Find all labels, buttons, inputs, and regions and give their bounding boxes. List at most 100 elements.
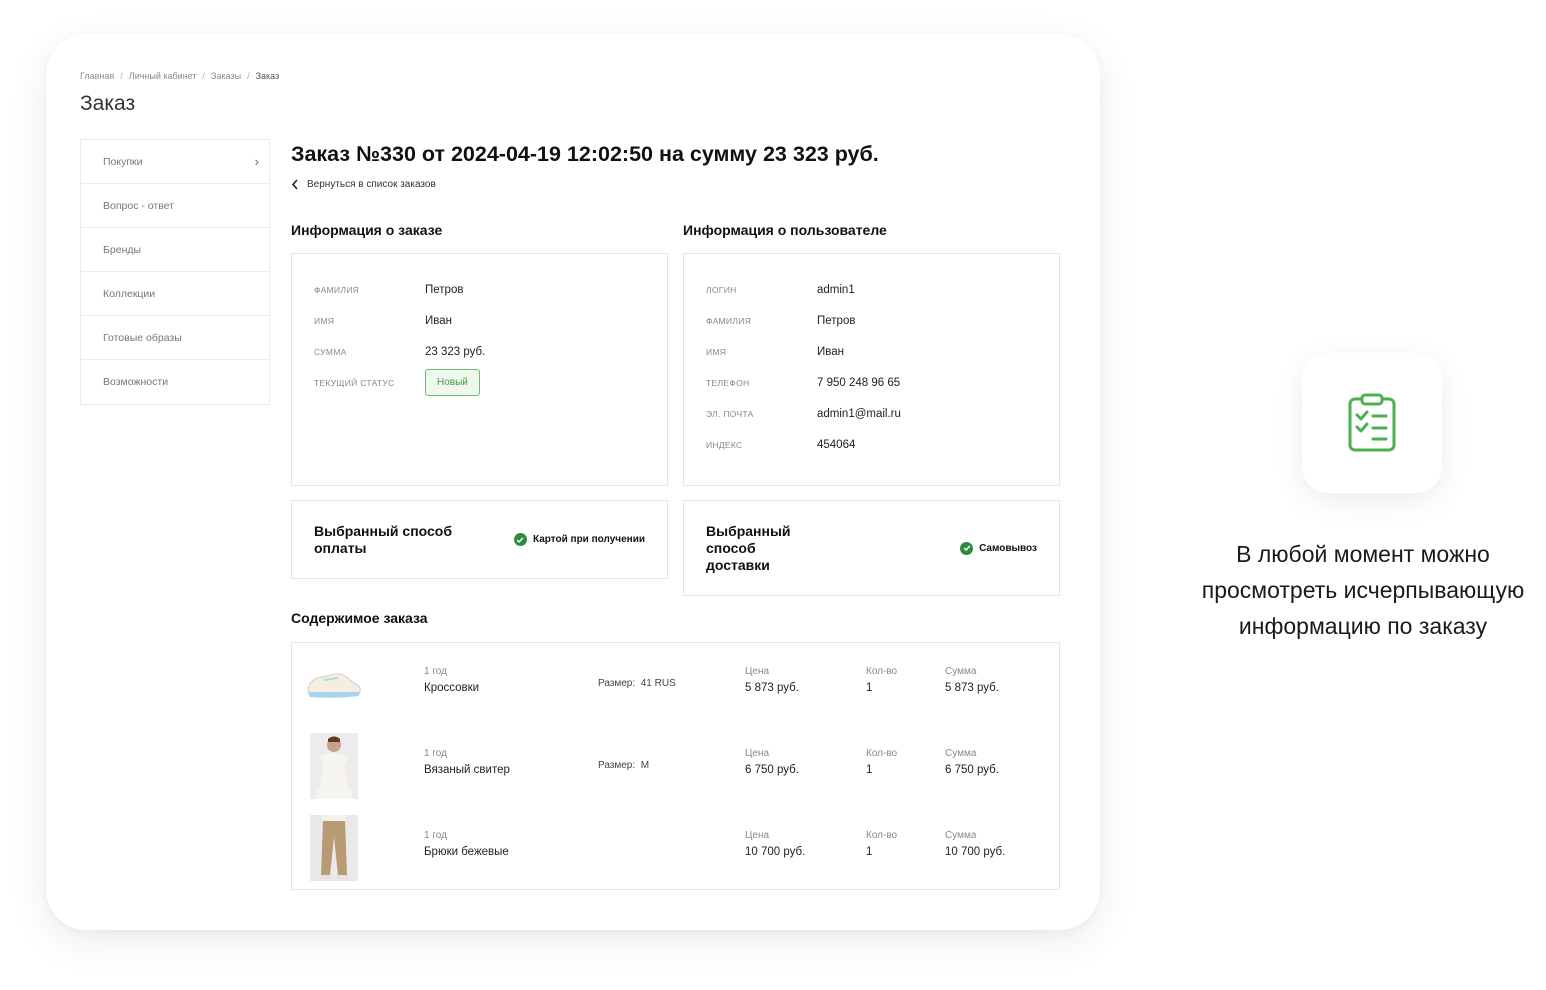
item-price: 5 873 руб. (745, 682, 799, 694)
product-image-trousers[interactable] (304, 815, 364, 881)
item-sum-cell: Сумма 10 700 руб. (945, 830, 1005, 858)
item-price-label: Цена (745, 748, 770, 759)
item-sum: 5 873 руб. (945, 682, 999, 694)
delivery-method-label: Самовывоз (979, 542, 1037, 554)
item-price-cell: Цена 6 750 руб. (745, 748, 799, 776)
page-title: Заказ (80, 92, 136, 115)
order-item-row: 1 год Кроссовки Размер: 41 RUS Цена 5 87… (292, 643, 1059, 725)
item-size-value: M (640, 760, 650, 771)
order-page-card: Главная / Личный кабинет / Заказы / Зака… (46, 34, 1100, 930)
info-row: Текущий статус Новый (314, 367, 645, 398)
product-image-sweater[interactable] (304, 733, 364, 799)
item-count-cell: Кол-во 1 (866, 748, 897, 776)
info-row: Логин admin1 (706, 274, 1037, 305)
item-count-cell: Кол-во 1 (866, 830, 897, 858)
item-name[interactable]: Кроссовки (424, 682, 479, 694)
item-name-cell: 1 год Вязаный свитер (424, 748, 510, 776)
sidebar-item-features[interactable]: Возможности (81, 360, 269, 404)
info-key: Фамилия (706, 315, 752, 326)
item-size: Размер: 41 RUS (598, 678, 676, 689)
user-info-title: Информация о пользователе (683, 222, 887, 238)
sidebar-item-collections[interactable]: Коллекции (81, 272, 269, 316)
item-count-cell: Кол-во 1 (866, 666, 897, 694)
check-circle-icon (960, 541, 974, 555)
order-main: Заказ №330 от 2024-04-19 12:02:50 на сум… (291, 139, 1061, 890)
item-count-label: Кол-во (866, 666, 898, 677)
item-size: Размер: M (598, 760, 649, 771)
breadcrumb: Главная / Личный кабинет / Заказы / Зака… (80, 71, 279, 81)
info-row: Имя Иван (314, 305, 645, 336)
item-sum-cell: Сумма 5 873 руб. (945, 666, 999, 694)
breadcrumb-separator: / (247, 71, 250, 81)
chevron-right-icon: › (254, 154, 259, 169)
item-price-label: Цена (745, 830, 770, 841)
sidebar-item-label: Покупки (103, 155, 143, 168)
order-item-row: 1 год Вязаный свитер Размер: M Цена 6 75… (292, 725, 1059, 807)
item-count: 1 (866, 846, 873, 858)
sidebar-item-label: Возможности (103, 376, 169, 388)
sidebar-item-purchases[interactable]: Покупки › (81, 140, 269, 184)
clipboard-checklist-icon (1348, 393, 1396, 452)
item-size-label: Размер: (598, 760, 636, 771)
check-circle-icon (513, 533, 527, 546)
info-row: Фамилия Петров (706, 305, 1037, 336)
breadcrumb-separator: / (120, 71, 123, 81)
item-count-label: Кол-во (866, 830, 898, 841)
item-count: 1 (866, 764, 873, 776)
item-name[interactable]: Брюки бежевые (424, 846, 509, 858)
item-name-cell: 1 год Кроссовки (424, 666, 479, 694)
item-price-label: Цена (745, 666, 770, 677)
user-info-box: Логин admin1 Фамилия Петров Имя Иван Тел… (683, 253, 1060, 486)
item-qty-label: 1 год (424, 666, 447, 677)
item-count-label: Кол-во (866, 748, 898, 759)
breadcrumb-current: Заказ (255, 71, 280, 81)
info-value: 454064 (817, 438, 856, 451)
sidebar-item-label: Коллекции (103, 287, 156, 300)
item-sum: 10 700 руб. (945, 846, 1006, 858)
order-title: Заказ №330 от 2024-04-19 12:02:50 на сум… (291, 142, 879, 166)
sidebar: Покупки › Вопрос - ответ Бренды Коллекци… (80, 139, 270, 405)
delivery-method-box: Выбранный способ доставки Самовывоз (683, 500, 1060, 596)
payment-method-box: Выбранный способ оплаты Картой при получ… (291, 500, 668, 579)
payment-method-label: Картой при получении (532, 534, 645, 545)
item-size-value: 41 RUS (640, 678, 676, 689)
payment-method-title: Выбранный способ оплаты (314, 522, 453, 556)
info-row: Имя Иван (706, 336, 1037, 367)
info-value: 23 323 руб. (425, 345, 486, 358)
info-key: Сумма (314, 346, 347, 357)
item-sum-label: Сумма (945, 830, 977, 841)
chevron-left-icon (291, 179, 298, 190)
info-value: admin1@mail.ru (817, 407, 901, 420)
delivery-method-title: Выбранный способ доставки (706, 522, 791, 573)
item-sum-cell: Сумма 6 750 руб. (945, 748, 999, 776)
info-value: Петров (425, 283, 464, 296)
sidebar-item-brands[interactable]: Бренды (81, 228, 269, 272)
order-item-row: 1 год Брюки бежевые Цена 10 700 руб. Кол… (292, 807, 1059, 889)
sidebar-item-label: Готовые образы (103, 331, 182, 344)
back-to-orders-link[interactable]: Вернуться в список заказов (291, 179, 1061, 190)
info-value: Иван (425, 314, 452, 327)
status-badge: Новый (425, 369, 480, 396)
item-sum: 6 750 руб. (945, 764, 999, 776)
info-row: Фамилия Петров (314, 274, 645, 305)
sidebar-item-faq[interactable]: Вопрос - ответ (81, 184, 269, 228)
promo-caption: В любой момент можно просмотреть исчерпы… (1201, 541, 1525, 639)
delivery-method-value: Самовывоз (960, 541, 1037, 555)
info-row: Сумма 23 323 руб. (314, 336, 645, 367)
breadcrumb-account[interactable]: Личный кабинет (129, 71, 197, 81)
product-image-sneakers[interactable] (304, 651, 364, 717)
sidebar-item-looks[interactable]: Готовые образы (81, 316, 269, 360)
info-key: Индекс (706, 439, 743, 450)
order-contents-title: Содержимое заказа (291, 610, 428, 626)
item-name[interactable]: Вязаный свитер (424, 764, 510, 776)
info-value: 7 950 248 96 65 (817, 376, 901, 389)
info-key: Фамилия (314, 284, 360, 295)
info-key: Телефон (706, 377, 750, 388)
info-row: Индекс 454064 (706, 429, 1037, 460)
item-qty-label: 1 год (424, 830, 447, 841)
breadcrumb-orders[interactable]: Заказы (211, 71, 241, 81)
info-key: Текущий статус (314, 377, 395, 388)
breadcrumb-home[interactable]: Главная (80, 71, 114, 81)
item-sum-label: Сумма (945, 748, 977, 759)
info-value: Петров (817, 314, 856, 327)
